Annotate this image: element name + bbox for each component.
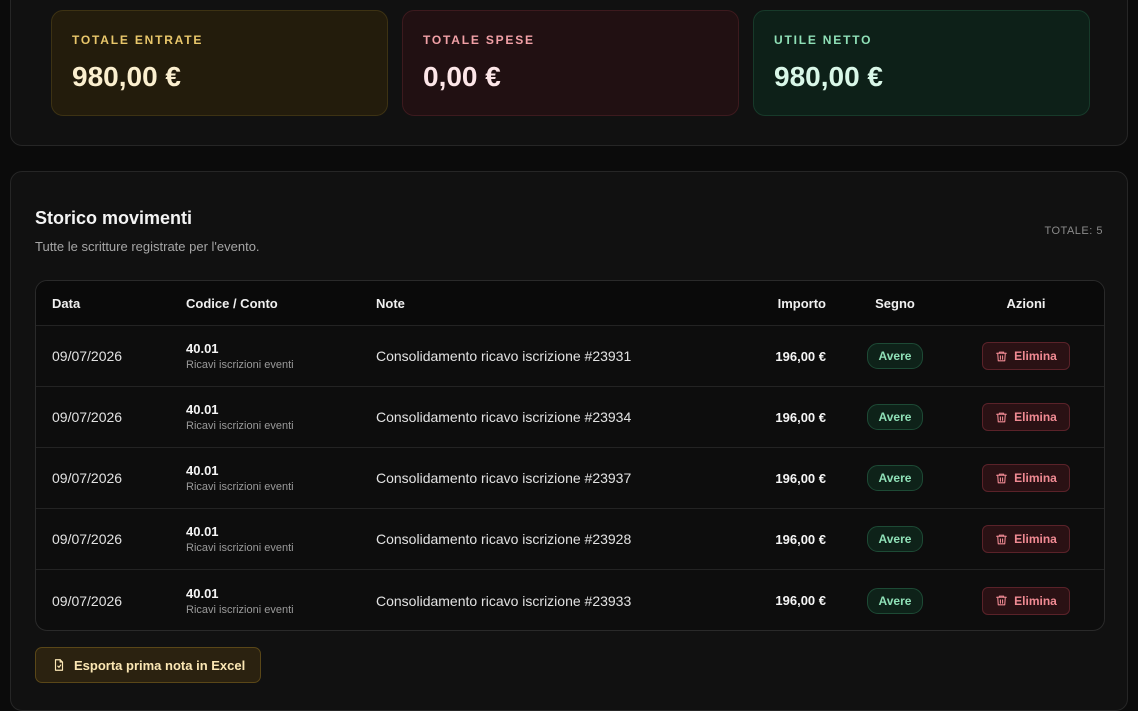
- row-date: 09/07/2026: [52, 470, 123, 486]
- file-export-icon: [54, 659, 64, 671]
- trash-icon: [996, 351, 1008, 361]
- column-header-date: Data: [52, 295, 81, 311]
- row-sign: Avere: [836, 509, 954, 569]
- table-row: 09/07/2026 40.01 Ricavi iscrizioni event…: [36, 448, 1104, 509]
- sign-badge: Avere: [866, 526, 924, 552]
- row-sign: Avere: [836, 387, 954, 447]
- history-panel: Storico movimenti Tutte le scritture reg…: [10, 171, 1128, 711]
- row-account: 40.01 Ricavi iscrizioni eventi: [186, 326, 294, 386]
- section-subtitle: Tutte le scritture registrate per l'even…: [35, 239, 260, 254]
- row-actions: Elimina: [966, 509, 1086, 569]
- row-note: Consolidamento ricavo iscrizione #23933: [376, 592, 632, 609]
- column-header-code: Codice / Conto: [186, 281, 278, 325]
- row-account-name: Ricavi iscrizioni eventi: [186, 481, 294, 493]
- row-sign: Avere: [836, 448, 954, 508]
- net-profit-card: UTILE NETTO 980,00 €: [753, 10, 1090, 116]
- row-account-name: Ricavi iscrizioni eventi: [186, 420, 294, 432]
- summary-panel: TOTALE ENTRATE 980,00 € TOTALE SPESE 0,0…: [10, 0, 1128, 146]
- trash-icon: [996, 595, 1008, 606]
- row-date: 09/07/2026: [52, 348, 123, 364]
- delete-button[interactable]: Elimina: [982, 586, 1070, 615]
- expense-total-value: 0,00 €: [423, 61, 501, 92]
- row-date: 09/07/2026: [52, 592, 123, 609]
- row-account-code: 40.01: [186, 463, 219, 478]
- row-amount: 196,00 €: [775, 531, 826, 547]
- sign-badge: Avere: [866, 404, 924, 430]
- row-amount: 196,00 €: [775, 593, 826, 608]
- delete-button-label: Elimina: [1014, 532, 1057, 546]
- trash-icon: [996, 412, 1008, 422]
- delete-button[interactable]: Elimina: [982, 525, 1070, 553]
- row-account-code: 40.01: [186, 341, 219, 356]
- table-row: 09/07/2026 40.01 Ricavi iscrizioni event…: [36, 326, 1104, 387]
- row-account-code: 40.01: [186, 402, 219, 417]
- movements-table: Data Codice / Conto Note Importo Segno A…: [35, 280, 1105, 631]
- row-note: Consolidamento ricavo iscrizione #23934: [376, 409, 632, 425]
- row-account: 40.01 Ricavi iscrizioni eventi: [186, 570, 294, 630]
- row-date: 09/07/2026: [52, 409, 123, 425]
- row-actions: Elimina: [966, 326, 1086, 386]
- net-profit-label: UTILE NETTO: [774, 33, 873, 47]
- income-total-value: 980,00 €: [72, 61, 181, 92]
- row-account-code: 40.01: [186, 585, 219, 601]
- row-note: Consolidamento ricavo iscrizione #23931: [376, 348, 632, 364]
- row-actions: Elimina: [966, 570, 1086, 630]
- delete-button-label: Elimina: [1014, 593, 1057, 608]
- export-excel-label: Esporta prima nota in Excel: [74, 657, 246, 673]
- row-account-name: Ricavi iscrizioni eventi: [186, 603, 294, 616]
- row-actions: Elimina: [966, 448, 1086, 508]
- expense-total-card: TOTALE SPESE 0,00 €: [402, 10, 739, 116]
- column-header-note: Note: [376, 295, 405, 311]
- row-account: 40.01 Ricavi iscrizioni eventi: [186, 509, 294, 569]
- sign-badge: Avere: [866, 465, 924, 491]
- column-header-code-label: Codice / Conto: [186, 295, 278, 311]
- delete-button-label: Elimina: [1014, 410, 1057, 424]
- row-account: 40.01 Ricavi iscrizioni eventi: [186, 387, 294, 447]
- row-sign: Avere: [836, 326, 954, 386]
- income-total-label: TOTALE ENTRATE: [72, 33, 204, 47]
- row-account-name: Ricavi iscrizioni eventi: [186, 359, 294, 371]
- table-row: 09/07/2026 40.01 Ricavi iscrizioni event…: [36, 387, 1104, 448]
- row-note: Consolidamento ricavo iscrizione #23937: [376, 470, 632, 486]
- delete-button-label: Elimina: [1014, 349, 1057, 363]
- column-header-sign: Segno: [875, 295, 915, 311]
- row-amount: 196,00 €: [775, 348, 826, 364]
- sign-badge: Avere: [866, 587, 924, 614]
- row-note: Consolidamento ricavo iscrizione #23928: [376, 531, 632, 547]
- column-header-amount: Importo: [777, 295, 826, 311]
- row-date: 09/07/2026: [52, 531, 123, 547]
- delete-button[interactable]: Elimina: [982, 464, 1070, 492]
- row-account: 40.01 Ricavi iscrizioni eventi: [186, 448, 294, 508]
- table-row: 09/07/2026 40.01 Ricavi iscrizioni event…: [36, 570, 1104, 630]
- table-header: Data Codice / Conto Note Importo Segno A…: [36, 281, 1104, 326]
- delete-button-label: Elimina: [1014, 471, 1057, 485]
- net-profit-value: 980,00 €: [774, 61, 883, 92]
- row-sign: Avere: [836, 570, 954, 630]
- delete-button[interactable]: Elimina: [982, 403, 1070, 431]
- trash-icon: [996, 534, 1008, 544]
- row-actions: Elimina: [966, 387, 1086, 447]
- expense-total-label: TOTALE SPESE: [423, 33, 535, 47]
- row-amount: 196,00 €: [775, 409, 826, 425]
- table-row: 09/07/2026 40.01 Ricavi iscrizioni event…: [36, 509, 1104, 570]
- row-account-name: Ricavi iscrizioni eventi: [186, 542, 294, 554]
- trash-icon: [996, 473, 1008, 483]
- row-account-code: 40.01: [186, 524, 219, 539]
- income-total-card: TOTALE ENTRATE 980,00 €: [51, 10, 388, 116]
- total-count: TOTALE: 5: [1044, 225, 1103, 237]
- section-title: Storico movimenti: [35, 208, 193, 228]
- row-amount: 196,00 €: [775, 470, 826, 486]
- sign-badge: Avere: [866, 343, 924, 369]
- delete-button[interactable]: Elimina: [982, 342, 1070, 370]
- column-header-actions: Azioni: [1006, 295, 1046, 311]
- export-excel-button[interactable]: Esporta prima nota in Excel: [35, 647, 262, 683]
